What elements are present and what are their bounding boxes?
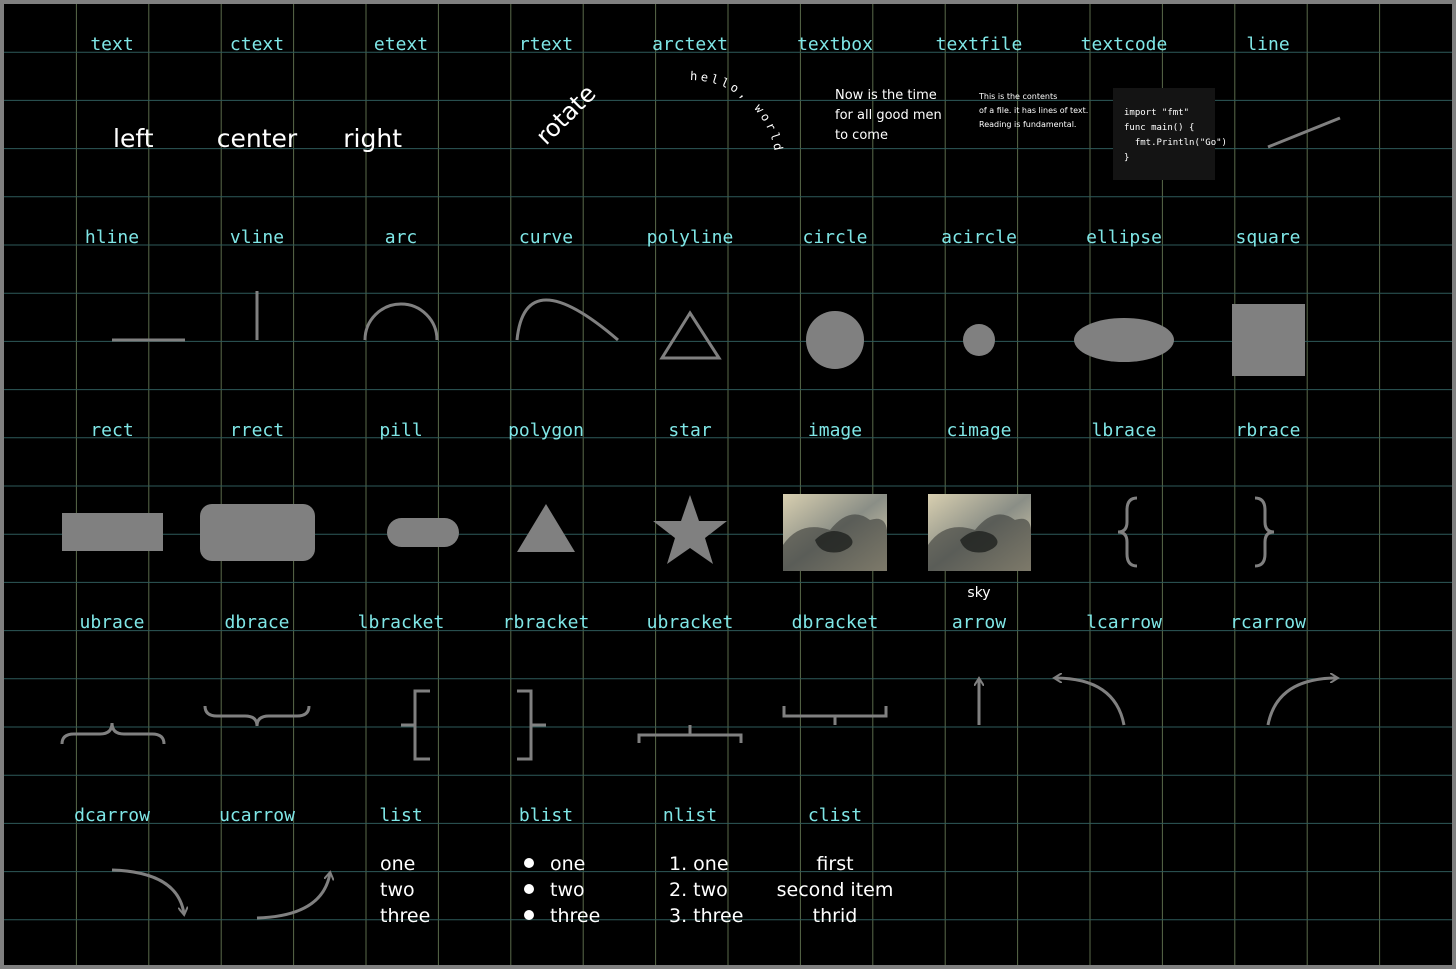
right-text: right [343,124,402,153]
label-polyline: polyline [647,227,734,248]
sky-image [783,494,887,571]
sky-cimage [928,494,1031,571]
cimage-caption: sky [967,585,990,601]
nlist-item-2: 2. two [669,879,728,901]
textbox-line-1: Now is the time [835,88,937,103]
list-item-3: three [380,905,430,927]
label-vline: vline [230,227,284,248]
nlist-item-3: 3. three [669,905,743,927]
textbox-line-2: for all good men [835,108,942,123]
center-text: center [217,124,298,153]
label-star: star [668,420,712,441]
label-cimage: cimage [946,420,1011,441]
label-textcode: textcode [1081,34,1168,55]
label-curve: curve [519,227,573,248]
deck-canvas: text ctext etext rtext arctext textbox t… [0,0,1456,969]
clist-item-1: first [816,853,853,875]
rect-shape [62,513,163,551]
label-ucarrow: ucarrow [219,805,295,826]
textfile-line-3: Reading is fundamental. [979,120,1076,129]
code-line-3: fmt.Println("Go") [1124,138,1227,148]
label-pill: pill [379,420,422,441]
textfile-line-2: of a file. it has lines of text. [979,106,1088,115]
code-line-4: } [1124,153,1129,163]
label-lbrace: lbrace [1091,420,1156,441]
label-rtext: rtext [519,34,573,55]
label-hline: hline [85,227,139,248]
circle-shape [806,311,864,369]
clist-item-2: second item [777,879,894,901]
acircle-shape [963,324,995,356]
label-rrect: rrect [230,420,284,441]
label-arrow: arrow [952,612,1006,633]
label-list: list [379,805,422,826]
ellipse-shape [1074,318,1174,362]
label-dcarrow: dcarrow [74,805,150,826]
label-textbox: textbox [797,34,873,55]
label-image: image [808,420,862,441]
blist-item-2: two [550,879,585,901]
label-square: square [1235,227,1300,248]
label-rect: rect [90,420,133,441]
label-acircle: acircle [941,227,1017,248]
label-ubracket: ubracket [647,612,734,633]
label-polygon: polygon [508,420,584,441]
label-clist: clist [808,805,862,826]
list-item-2: two [380,879,415,901]
label-ubrace: ubrace [79,612,144,633]
label-nlist: nlist [663,805,717,826]
square-shape [1232,304,1305,376]
label-rbrace: rbrace [1235,420,1300,441]
label-arc: arc [385,227,418,248]
list-item-1: one [380,853,415,875]
nlist-item-1: 1. one [669,853,729,875]
blist-item-1: one [550,853,585,875]
label-textfile: textfile [936,34,1023,55]
clist-item-3: thrid [813,905,858,927]
label-dbracket: dbracket [792,612,879,633]
code-line-1: import "fmt" [1124,108,1189,118]
label-circle: circle [802,227,867,248]
bullet-3 [524,910,534,920]
rrect-shape [200,504,315,561]
label-line: line [1246,34,1289,55]
left-text: left [113,124,154,153]
textbox-line-3: to come [835,128,888,143]
blist-item-3: three [550,905,600,927]
label-blist: blist [519,805,573,826]
label-lbracket: lbracket [358,612,445,633]
code-box [1113,88,1215,180]
label-rcarrow: rcarrow [1230,612,1306,633]
label-text: text [90,34,133,55]
bullet-2 [524,884,534,894]
pill-shape [387,518,459,547]
label-dbrace: dbrace [224,612,289,633]
label-lcarrow: lcarrow [1086,612,1162,633]
label-rbracket: rbracket [503,612,590,633]
textfile-line-1: This is the contents [978,92,1057,101]
label-ellipse: ellipse [1086,227,1162,248]
bullet-1 [524,858,534,868]
label-etext: etext [374,34,428,55]
label-arctext: arctext [652,34,728,55]
label-ctext: ctext [230,34,284,55]
code-line-2: func main() { [1124,123,1194,133]
